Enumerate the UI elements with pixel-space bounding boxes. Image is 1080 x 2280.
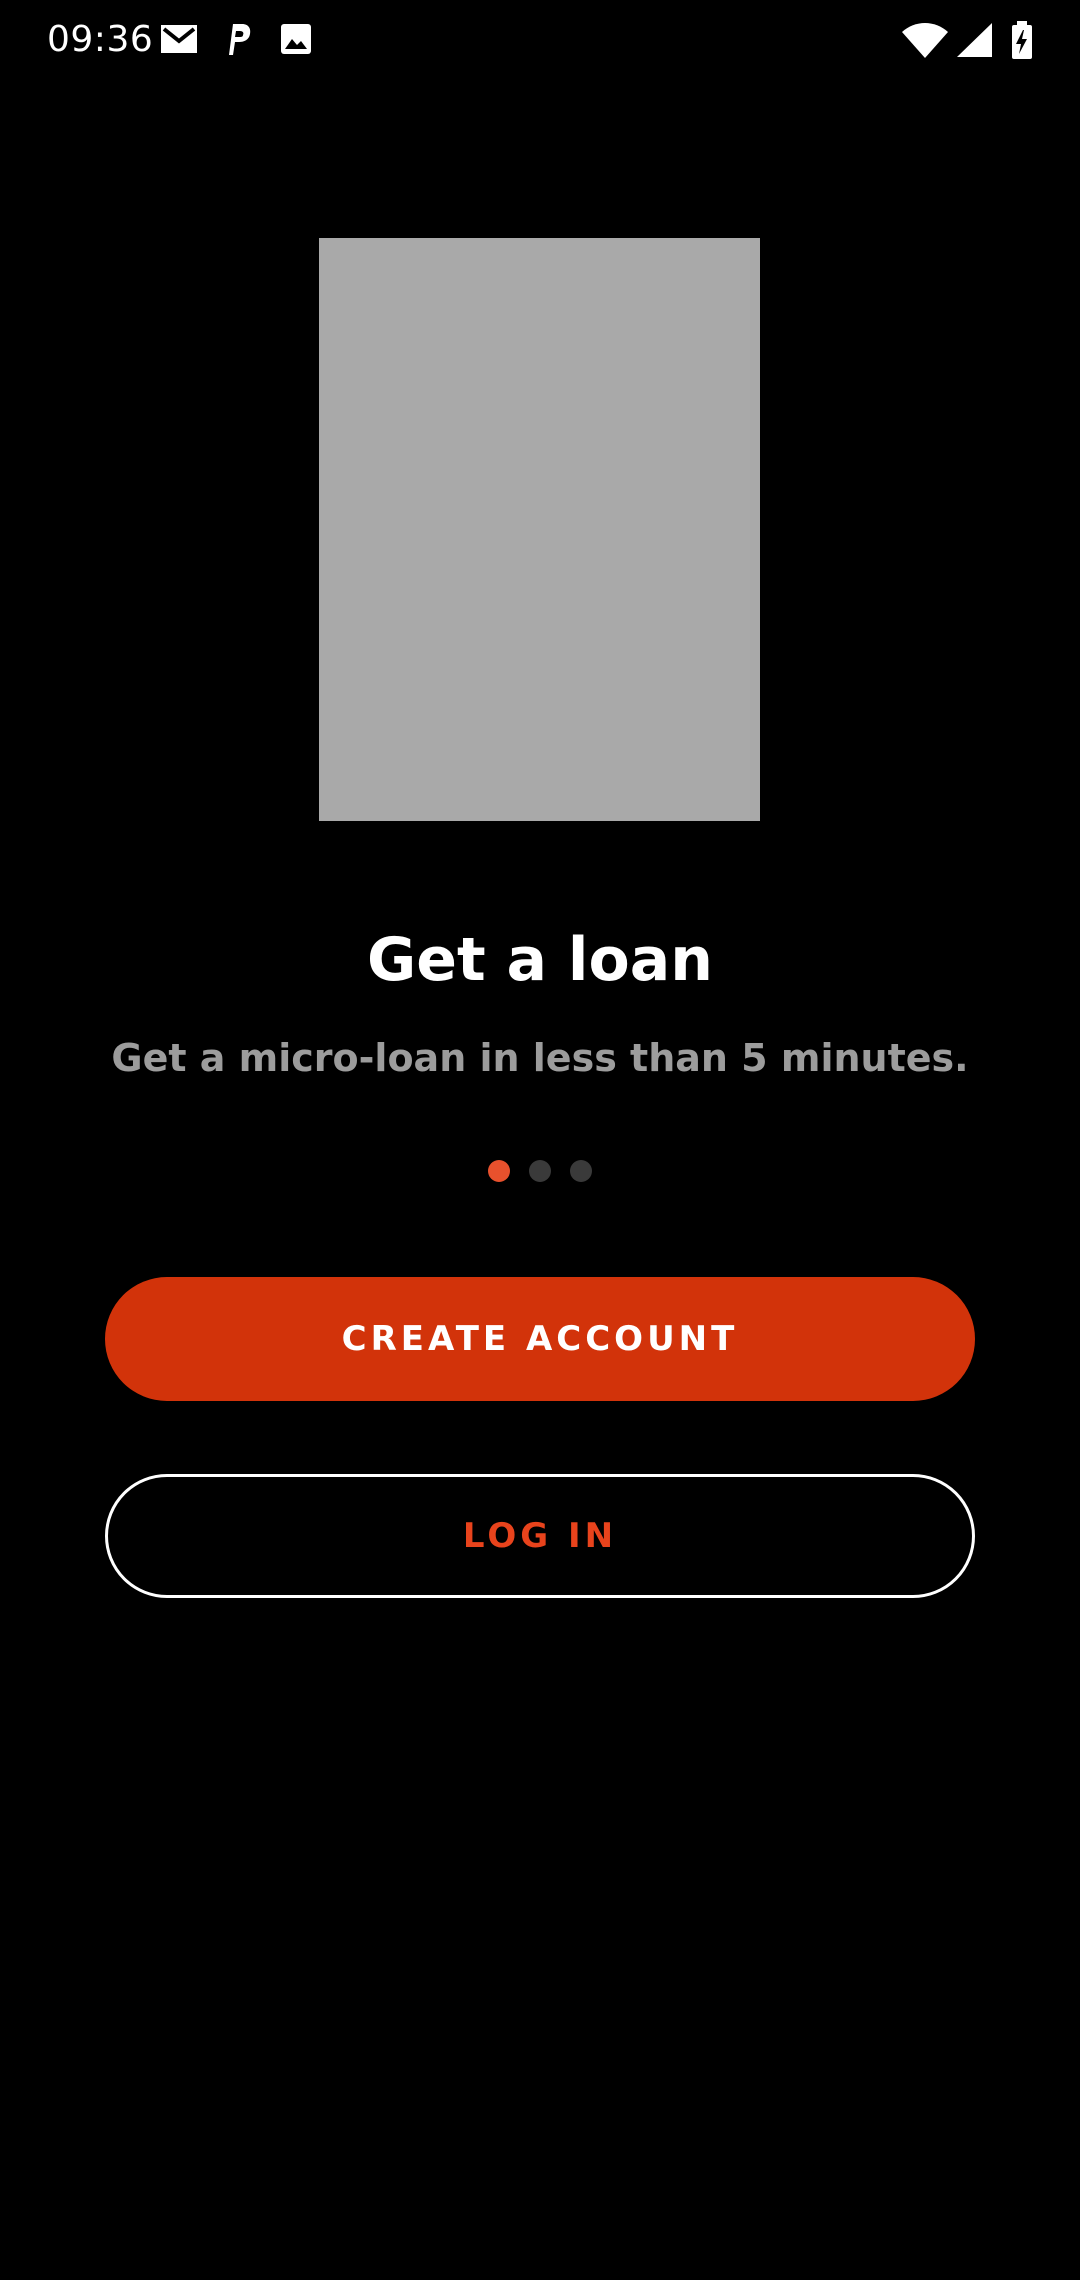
page-dot-2[interactable] bbox=[529, 1160, 551, 1182]
create-account-label: CREATE ACCOUNT bbox=[341, 1319, 739, 1359]
log-in-label: LOG IN bbox=[462, 1516, 618, 1556]
status-time: 09:36 bbox=[47, 19, 154, 60]
wifi-icon bbox=[902, 23, 948, 58]
page-subtitle: Get a micro-loan in less than 5 minutes. bbox=[111, 1036, 969, 1080]
battery-charging-icon bbox=[1012, 21, 1032, 59]
cellular-signal-icon bbox=[957, 23, 992, 57]
page-title: Get a loan bbox=[367, 925, 713, 995]
parking-icon bbox=[229, 24, 251, 55]
page-dot-1[interactable] bbox=[488, 1160, 510, 1182]
page-dot-3[interactable] bbox=[570, 1160, 592, 1182]
page-indicator[interactable] bbox=[0, 1160, 1080, 1184]
gmail-icon bbox=[161, 25, 197, 53]
log-in-button[interactable]: LOG IN bbox=[105, 1474, 975, 1598]
status-bar: 09:36 bbox=[0, 0, 1080, 80]
create-account-button[interactable]: CREATE ACCOUNT bbox=[105, 1277, 975, 1401]
onboarding-illustration bbox=[319, 238, 760, 821]
image-icon bbox=[281, 24, 311, 54]
